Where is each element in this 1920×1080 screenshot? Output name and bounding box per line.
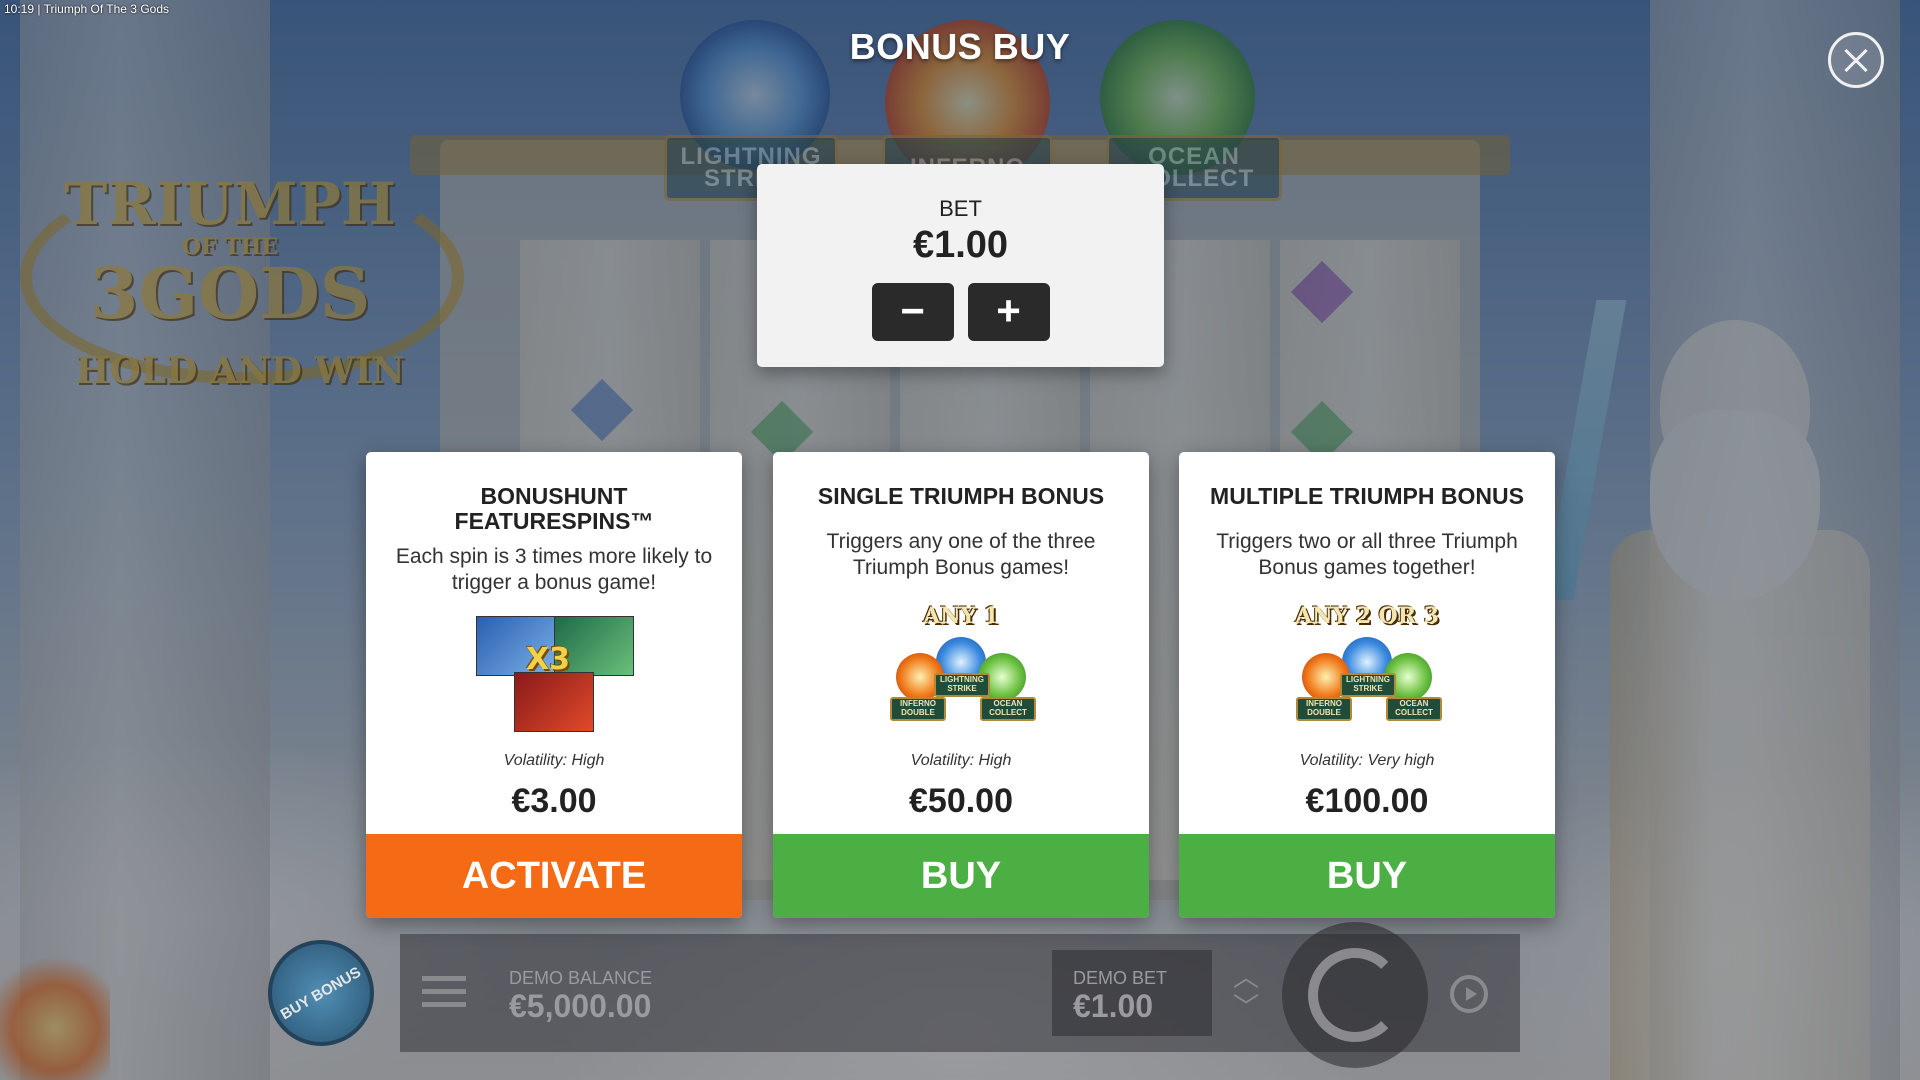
bonushunt-image: X3	[474, 616, 634, 732]
balance-label: DEMO BALANCE	[509, 968, 653, 988]
mini-tag-inferno: INFERNO DOUBLE	[890, 697, 946, 721]
status-bar: 10:19 | Triumph Of The 3 Gods	[4, 2, 169, 16]
card-title: MULTIPLE TRIUMPH BONUS	[1210, 483, 1524, 509]
buy-multiple-button[interactable]: BUY	[1179, 834, 1555, 918]
bet-decrease-button[interactable]: −	[871, 283, 954, 341]
chevron-up-icon[interactable]: ︿	[1228, 962, 1264, 992]
chevron-down-icon[interactable]: ﹀	[1228, 992, 1264, 1022]
bonus-card-bonushunt: BONUSHUNT FEATURESPINS™ Each spin is 3 t…	[366, 452, 742, 918]
card-description: Each spin is 3 times more likely to trig…	[395, 545, 713, 594]
spin-button[interactable]	[1282, 922, 1428, 1068]
bonus-card-single-triumph: SINGLE TRIUMPH BONUS Triggers any one of…	[773, 452, 1149, 918]
card-title: BONUSHUNT FEATURESPINS™	[454, 483, 654, 534]
bet-label: BET	[939, 196, 982, 221]
any-2-or-3-label: ANY 2 OR 3	[1295, 603, 1439, 629]
card-volatility: Volatility: High	[910, 752, 1012, 769]
activate-button[interactable]: ACTIVATE	[366, 834, 742, 918]
card-title: SINGLE TRIUMPH BONUS	[817, 483, 1105, 509]
hades-portrait	[514, 672, 594, 732]
autoplay-icon[interactable]	[1450, 975, 1488, 1013]
mini-tag-inferno: INFERNO DOUBLE	[1296, 697, 1352, 721]
card-description: Triggers two or all three Triumph Bonus …	[1216, 530, 1518, 579]
single-triumph-image: ANY 1 LIGHTNING STRIKE INFERNO DOUBLE OC…	[886, 603, 1036, 725]
bet-adjust-arrows[interactable]: ︿ ﹀	[1228, 962, 1264, 1028]
card-volatility: Volatility: Very high	[1299, 752, 1435, 769]
spin-icon	[1308, 948, 1402, 1042]
demo-bet-label: DEMO BET	[1073, 968, 1168, 988]
menu-icon[interactable]	[422, 976, 466, 1012]
status-time: 10:19	[4, 2, 35, 16]
demo-bet-value: €1.00	[1073, 988, 1154, 1024]
x3-multiplier-label: X3	[526, 642, 571, 677]
modal-title: BONUS BUY	[849, 26, 1071, 67]
mini-tag-ocean: OCEAN COLLECT	[980, 697, 1036, 721]
card-price: €100.00	[1305, 782, 1429, 820]
bet-panel: BET €1.00 − +	[757, 164, 1164, 367]
status-title: Triumph Of The 3 Gods	[43, 2, 169, 16]
any-1-label: ANY 1	[923, 603, 999, 629]
card-price: €3.00	[511, 782, 597, 820]
mini-tag-ocean: OCEAN COLLECT	[1386, 697, 1442, 721]
mini-tag-lightning: LIGHTNING STRIKE	[1340, 673, 1396, 697]
balance-value: €5,000.00	[509, 988, 652, 1024]
mini-tag-lightning: LIGHTNING STRIKE	[934, 673, 990, 697]
multiple-triumph-image: ANY 2 OR 3 LIGHTNING STRIKE INFERNO DOUB…	[1292, 603, 1442, 725]
card-description: Triggers any one of the three Triumph Bo…	[826, 530, 1096, 579]
bet-value: €1.00	[912, 224, 1009, 266]
bonus-card-multiple-triumph: MULTIPLE TRIUMPH BONUS Triggers two or a…	[1179, 452, 1555, 918]
buy-single-button[interactable]: BUY	[773, 834, 1149, 918]
bet-increase-button[interactable]: +	[967, 283, 1050, 341]
card-volatility: Volatility: High	[503, 752, 605, 769]
card-price: €50.00	[909, 782, 1013, 820]
buy-bonus-button[interactable]: BUY BONUS	[268, 940, 374, 1046]
buy-bonus-label: BUY BONUS	[277, 963, 365, 1023]
close-icon[interactable]	[1828, 32, 1884, 88]
